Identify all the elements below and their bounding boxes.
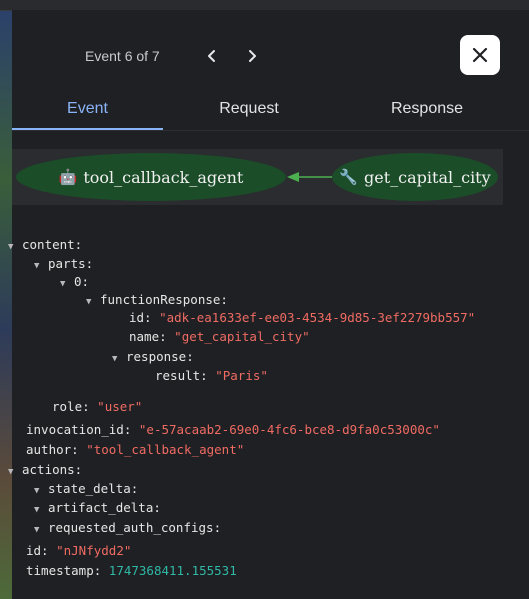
detail-tabs: Event Request Response bbox=[12, 90, 529, 131]
tree-row-invocation-id: invocation_id: "e-57acaab2-69e0-4fc6-bce… bbox=[26, 422, 440, 437]
collapse-caret-icon[interactable]: ▼ bbox=[112, 350, 126, 368]
tree-row-id: id: "adk-ea1633ef-ee03-4534-9d85-3ef2279… bbox=[129, 310, 476, 325]
tree-value-name: "get_capital_city" bbox=[174, 329, 310, 344]
event-graph: 🤖 tool_callback_agent 🔧 get_capital_city bbox=[12, 149, 503, 205]
event-counter: Event 6 of 7 bbox=[85, 48, 160, 64]
graph-node-agent-label: tool_callback_agent bbox=[83, 167, 244, 187]
tree-row-actions: ▼ actions: bbox=[8, 461, 82, 479]
tree-row-function-response: ▼ functionResponse: bbox=[86, 291, 228, 309]
tree-value-id: "adk-ea1633ef-ee03-4534-9d85-3ef2279bb55… bbox=[159, 310, 476, 325]
graph-node-tool-label: get_capital_city bbox=[364, 167, 491, 187]
event-navigation: Event 6 of 7 bbox=[12, 40, 529, 72]
collapse-caret-icon[interactable]: ▼ bbox=[34, 482, 48, 500]
collapse-caret-icon[interactable]: ▼ bbox=[86, 293, 100, 311]
chevron-right-icon bbox=[249, 50, 256, 62]
tree-row-state-delta: ▼ state_delta: bbox=[34, 480, 138, 498]
tree-row-response: ▼ response: bbox=[112, 348, 194, 366]
tree-row-result: result: "Paris" bbox=[155, 368, 268, 383]
next-event-button[interactable] bbox=[240, 44, 264, 68]
active-tab-indicator bbox=[12, 128, 163, 130]
collapse-caret-icon[interactable]: ▼ bbox=[60, 275, 74, 293]
tab-request[interactable]: Request bbox=[174, 90, 324, 128]
event-viewer-screen: Event 6 of 7 Event Request Response 🤖 to… bbox=[0, 0, 529, 599]
tree-row-author: author: "tool_callback_agent" bbox=[26, 442, 245, 457]
tree-value-role: "user" bbox=[97, 399, 143, 414]
event-detail-panel: Event 6 of 7 Event Request Response 🤖 to… bbox=[8, 10, 529, 599]
wrench-icon: 🔧 bbox=[339, 168, 359, 186]
tree-row-artifact-delta: ▼ artifact_delta: bbox=[34, 499, 161, 517]
tree-value-timestamp: 1747368411.155531 bbox=[108, 563, 237, 578]
tree-row-name: name: "get_capital_city" bbox=[129, 329, 310, 344]
tab-response[interactable]: Response bbox=[352, 90, 502, 128]
tree-row-event-id: id: "nJNfydd2" bbox=[26, 543, 132, 558]
collapse-caret-icon[interactable]: ▼ bbox=[34, 521, 48, 539]
tree-row-requested-auth-configs: ▼ requested_auth_configs: bbox=[34, 519, 221, 537]
collapse-caret-icon[interactable]: ▼ bbox=[8, 238, 22, 256]
tab-event[interactable]: Event bbox=[12, 90, 163, 128]
tree-row-role: role: "user" bbox=[52, 399, 143, 414]
collapse-caret-icon[interactable]: ▼ bbox=[34, 501, 48, 519]
desktop-background bbox=[0, 0, 12, 599]
tree-value-result: "Paris" bbox=[215, 368, 268, 383]
tree-row-parts: ▼ parts: bbox=[34, 255, 93, 273]
graph-node-tool[interactable]: 🔧 get_capital_city bbox=[332, 153, 498, 201]
previous-event-button[interactable] bbox=[200, 44, 224, 68]
robot-icon: 🤖 bbox=[58, 168, 78, 186]
tree-row-index-0: ▼ 0: bbox=[60, 273, 89, 291]
collapse-caret-icon[interactable]: ▼ bbox=[8, 463, 22, 481]
tree-row-content: ▼ content: bbox=[8, 236, 82, 254]
close-button[interactable] bbox=[460, 35, 500, 75]
collapse-caret-icon[interactable]: ▼ bbox=[34, 257, 48, 275]
tree-value-event-id: "nJNfydd2" bbox=[56, 543, 132, 558]
graph-node-agent[interactable]: 🤖 tool_callback_agent bbox=[16, 153, 286, 201]
close-icon bbox=[472, 47, 488, 63]
tree-value-invocation-id: "e-57acaab2-69e0-4fc6-bce8-d9fa0c53000c" bbox=[138, 422, 440, 437]
tree-row-timestamp: timestamp: 1747368411.155531 bbox=[26, 563, 237, 578]
chevron-left-icon bbox=[208, 50, 215, 62]
tree-value-author: "tool_callback_agent" bbox=[86, 442, 245, 457]
